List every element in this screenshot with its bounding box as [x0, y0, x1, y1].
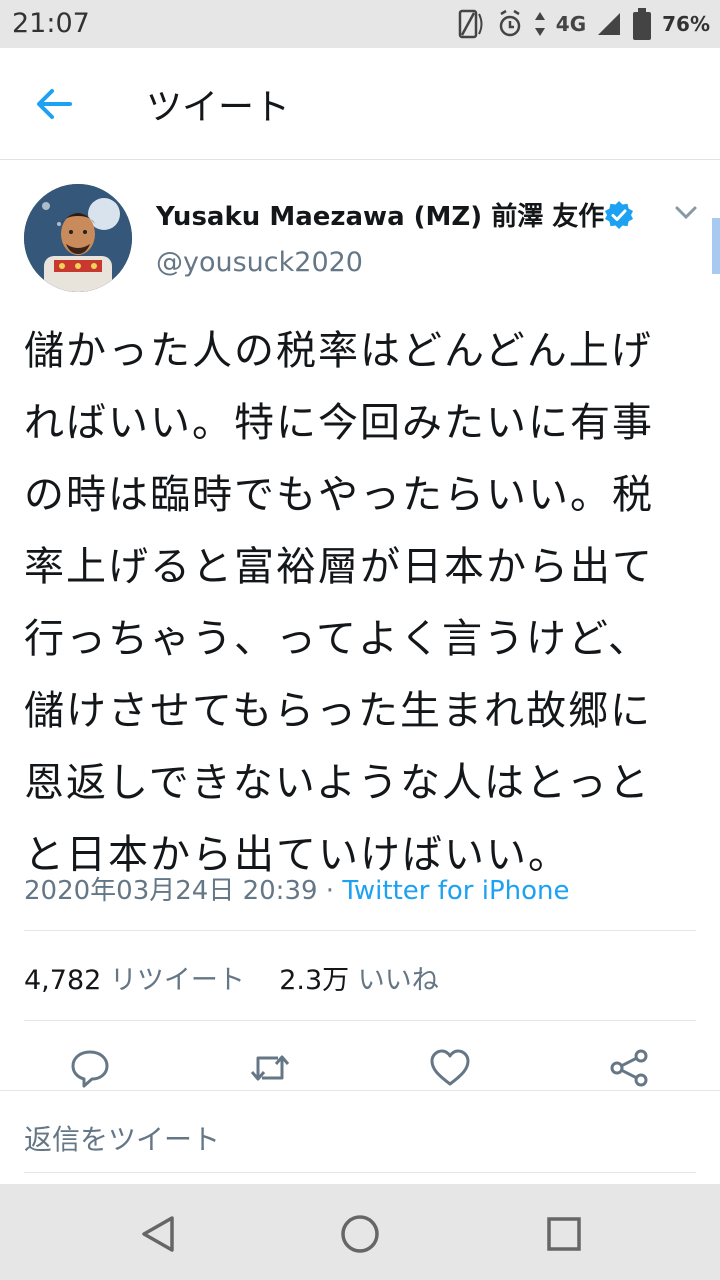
- tweet-line: 恩返しできないような人はとっと: [24, 760, 651, 806]
- divider: [24, 930, 696, 931]
- status-icons: 4G 76%: [456, 6, 710, 42]
- divider: [24, 1020, 696, 1021]
- tweet-line: 儲けさせてもらった生まれ故郷に: [24, 688, 652, 734]
- tweet-line: の時は臨時でもやったらいい。税: [24, 472, 654, 518]
- tweet-source-link[interactable]: Twitter for iPhone: [342, 876, 569, 906]
- battery-percent: 76%: [662, 12, 710, 36]
- alarm-icon: [496, 8, 524, 40]
- nav-recents-button[interactable]: [542, 1212, 586, 1256]
- chevron-down-icon[interactable]: [674, 204, 698, 222]
- author-name[interactable]: Yusaku Maezawa (MZ) 前澤 友作: [156, 196, 604, 233]
- reply-button[interactable]: [68, 1048, 112, 1088]
- square-recents-icon: [547, 1217, 581, 1251]
- tweet-line: 率上げると富裕層が日本から出て: [24, 544, 654, 590]
- retweets-label: リツイート: [109, 965, 245, 996]
- arrow-left-icon: [37, 89, 72, 119]
- like-button[interactable]: [428, 1048, 472, 1088]
- tweet-actions: [0, 1040, 720, 1090]
- tweet-line: ればいい。特に今回みたいに有事: [24, 400, 654, 446]
- retweet-button[interactable]: [248, 1048, 292, 1088]
- tweet-line: 儲かった人の税率はどんどん上げ: [24, 328, 653, 374]
- circle-home-icon: [341, 1215, 379, 1253]
- app-bar: ツイート: [0, 48, 720, 160]
- status-time: 21:07: [12, 8, 90, 39]
- battery-icon: [632, 7, 652, 41]
- avatar[interactable]: [24, 184, 132, 292]
- retweet-icon: [250, 1055, 290, 1081]
- triangle-back-icon: [142, 1216, 174, 1252]
- tweet-line: 行っちゃう、ってよく言うけど、: [24, 616, 650, 662]
- likes-stat[interactable]: 2.3万 いいね: [279, 965, 439, 996]
- share-button[interactable]: [608, 1048, 652, 1088]
- divider: [0, 1090, 720, 1091]
- like-icon: [430, 1049, 470, 1086]
- divider: [24, 1172, 696, 1173]
- back-button[interactable]: [30, 84, 78, 124]
- meta-separator: ·: [317, 876, 343, 906]
- tweet-text: 儲かった人の税率はどんどん上げ ればいい。特に今回みたいに有事 の時は臨時でもや…: [24, 315, 698, 891]
- reply-input[interactable]: 返信をツイート: [24, 1118, 220, 1158]
- status-bar: 21:07 4G 76%: [0, 0, 720, 48]
- tweet-meta: 2020年03月24日 20:39 · Twitter for iPhone: [24, 870, 570, 907]
- likes-label: いいね: [357, 965, 439, 996]
- data-arrows-icon: [534, 10, 546, 38]
- page-title: ツイート: [146, 87, 291, 128]
- scrollbar[interactable]: [712, 218, 720, 274]
- tweet-stats: 4,782 リツイート 2.3万 いいね: [24, 958, 439, 997]
- author-handle[interactable]: @yousuck2020: [156, 247, 363, 278]
- tweet-timestamp: 2020年03月24日 20:39: [24, 876, 318, 906]
- system-nav-bar: [0, 1184, 720, 1280]
- likes-count: 2.3万: [279, 965, 350, 996]
- network-type: 4G: [555, 12, 587, 36]
- nav-home-button[interactable]: [338, 1212, 382, 1256]
- screen-rotate-icon: [456, 8, 486, 40]
- signal-icon: [596, 11, 622, 37]
- retweets-stat[interactable]: 4,782 リツイート: [24, 965, 245, 996]
- nav-back-button[interactable]: [136, 1212, 180, 1256]
- share-icon: [610, 1049, 648, 1087]
- reply-icon: [71, 1050, 109, 1088]
- verified-badge-icon: [604, 200, 634, 230]
- retweets-count: 4,782: [24, 965, 102, 996]
